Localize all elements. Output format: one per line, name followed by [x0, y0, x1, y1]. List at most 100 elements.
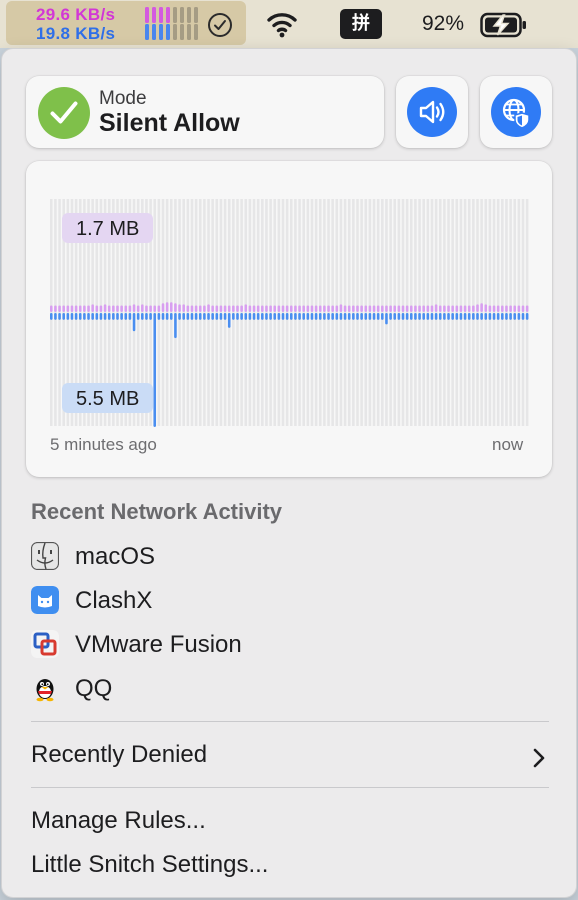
- download-bar: [285, 313, 289, 320]
- meter-segment: [159, 24, 163, 40]
- graph-grid-column: [294, 199, 297, 426]
- upload-bar: [294, 305, 297, 312]
- upload-bar: [277, 305, 281, 312]
- graph-grid-column: [323, 199, 326, 426]
- recent-app-clashx[interactable]: ClashX: [31, 583, 531, 617]
- download-bar: [306, 313, 310, 320]
- upload-bar: [50, 305, 53, 312]
- graph-grid-column: [414, 199, 417, 426]
- upload-bar: [422, 305, 425, 312]
- download-bar: [327, 313, 330, 320]
- upload-bar: [149, 305, 152, 312]
- download-bar: [472, 313, 475, 320]
- battery-charging-icon[interactable]: [480, 12, 528, 38]
- network-monitor-button[interactable]: [480, 76, 552, 148]
- input-method-indicator[interactable]: 拼: [340, 9, 382, 39]
- download-bar: [397, 313, 401, 320]
- graph-grid-column: [476, 199, 479, 426]
- upload-bar: [401, 305, 405, 312]
- peak-upload-label: 1.7 MB: [62, 213, 154, 243]
- chevron-right-icon[interactable]: [532, 747, 546, 769]
- upload-bar: [484, 304, 488, 312]
- download-bar: [277, 313, 281, 320]
- upload-bar: [389, 305, 392, 312]
- download-bar: [372, 313, 376, 320]
- check-circle-icon[interactable]: [208, 13, 232, 37]
- graph-grid-column: [505, 199, 508, 426]
- download-bar: [381, 313, 384, 320]
- menu-little-snitch-settings[interactable]: Little Snitch Settings...: [31, 851, 268, 879]
- meter-segment: [145, 7, 149, 23]
- upload-bar: [467, 305, 471, 312]
- menu-manage-rules[interactable]: Manage Rules...: [31, 807, 206, 835]
- download-bar: [294, 313, 297, 320]
- upload-bar: [434, 304, 438, 312]
- graph-grid-column: [174, 199, 177, 426]
- download-bar: [281, 313, 285, 320]
- upload-bar: [273, 305, 277, 312]
- graph-grid-column: [273, 199, 277, 426]
- upload-bar: [385, 305, 388, 312]
- graph-grid-column: [327, 199, 330, 426]
- download-bar: [261, 313, 264, 320]
- network-monitor-menu-item[interactable]: 29.6 KB/s 19.8 KB/s: [6, 1, 246, 45]
- graph-grid-column: [521, 199, 525, 426]
- download-bar: [223, 313, 227, 320]
- graph-grid-column: [447, 199, 450, 426]
- graph-grid-column: [438, 199, 442, 426]
- time-start-label: 5 minutes ago: [50, 435, 157, 454]
- upload-bar: [509, 305, 512, 312]
- upload-bar: [314, 305, 318, 312]
- graph-grid-column: [401, 199, 405, 426]
- upload-bar: [438, 305, 442, 312]
- qq-icon: [31, 674, 59, 702]
- recent-app-macos[interactable]: macOS: [31, 539, 531, 573]
- download-bar: [103, 313, 107, 320]
- wifi-icon[interactable]: [266, 10, 298, 38]
- download-bar: [161, 313, 165, 320]
- download-bar: [66, 313, 70, 320]
- upload-bar: [182, 304, 185, 312]
- upload-bar: [70, 305, 74, 312]
- traffic-graph: 1.7 MB 5.5 MB 5 minutes ago now: [26, 161, 552, 477]
- upload-bar: [472, 305, 475, 312]
- graph-grid-column: [347, 199, 351, 426]
- graph-grid-column: [376, 199, 380, 426]
- meter-segment: [194, 7, 198, 23]
- graph-grid-column: [298, 199, 301, 426]
- graph-grid-column: [455, 199, 459, 426]
- download-bar: [157, 313, 161, 320]
- recent-app-qq[interactable]: QQ: [31, 671, 531, 705]
- download-bar: [443, 313, 446, 320]
- upload-bar: [244, 304, 248, 312]
- graph-grid-column: [525, 199, 529, 426]
- graph-grid-column: [381, 199, 384, 426]
- download-bar: [78, 313, 82, 320]
- graph-grid-column: [290, 199, 293, 426]
- graph-grid-column: [364, 199, 368, 426]
- mode-button[interactable]: Mode Silent Allow: [26, 76, 384, 148]
- recent-app-vmware-fusion[interactable]: VMware Fusion: [31, 627, 531, 661]
- download-bar: [521, 313, 525, 320]
- sound-alerts-button[interactable]: [396, 76, 468, 148]
- download-bar: [128, 313, 132, 320]
- upload-bar: [78, 305, 82, 312]
- clashx-icon: [31, 586, 59, 614]
- upload-bar: [211, 305, 214, 312]
- upload-bar: [87, 305, 90, 312]
- meter-segment: [166, 24, 170, 40]
- download-bar: [459, 313, 463, 320]
- upload-bar: [327, 305, 330, 312]
- upload-bar: [58, 305, 61, 312]
- graph-grid-column: [58, 199, 61, 426]
- graph-grid-column: [211, 199, 214, 426]
- graph-grid-column: [467, 199, 471, 426]
- meter-segment: [166, 7, 170, 23]
- graph-grid-column: [352, 199, 355, 426]
- graph-grid-column: [252, 199, 256, 426]
- graph-grid-column: [219, 199, 223, 426]
- upload-bar: [62, 305, 65, 312]
- upload-bar: [376, 305, 380, 312]
- menu-recently-denied[interactable]: Recently Denied: [31, 741, 207, 769]
- upload-bar: [207, 304, 210, 312]
